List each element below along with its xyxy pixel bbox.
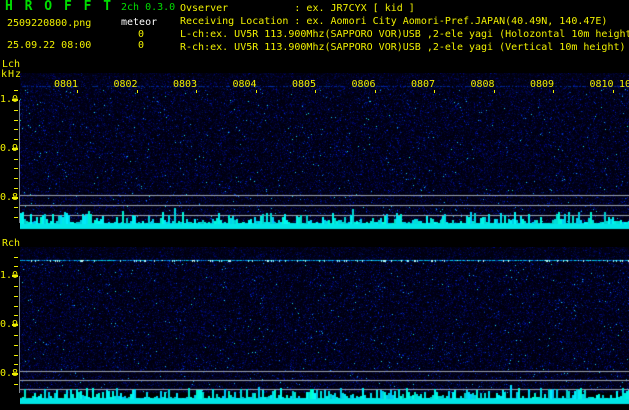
rch-minor-tick	[14, 266, 18, 268]
rch-minor-tick	[14, 315, 18, 317]
rch-minor-tick	[14, 256, 18, 258]
app-title: H R O F F T	[5, 0, 114, 14]
time-label-clipped: 10	[619, 79, 629, 90]
time-label: 0808	[470, 79, 495, 90]
rch-minor-tick	[14, 305, 18, 307]
lch-minor-tick	[14, 158, 18, 160]
lch-minor-tick	[14, 139, 18, 140]
lch-axis-line	[19, 100, 20, 223]
time-label: 0801	[54, 79, 79, 90]
khz-unit-label: kHz	[1, 69, 23, 80]
minute-tick	[553, 90, 554, 93]
lch-minor-tick	[14, 207, 18, 209]
rch-major-tick	[12, 275, 18, 278]
time-label: 0807	[411, 79, 436, 90]
minute-tick	[315, 90, 316, 93]
meteor-count-2: 0	[138, 40, 145, 51]
lch-major-tick	[12, 99, 18, 101]
rch-axis-line	[19, 276, 20, 393]
time-label: 0802	[113, 79, 138, 90]
lch-minor-tick	[14, 217, 18, 218]
minute-tick	[77, 90, 78, 93]
lch-major-tick	[12, 196, 18, 199]
location-line: Receiving Location : ex. Aomori City Aom…	[180, 16, 608, 27]
rch-minor-tick	[14, 383, 18, 385]
minute-tick	[136, 90, 138, 93]
minute-tick	[255, 90, 257, 93]
time-label: 0810	[589, 79, 614, 90]
lch-minor-tick	[14, 129, 18, 131]
time-label: 0809	[530, 79, 555, 90]
lch-spectrogram	[20, 73, 629, 233]
time-label: 0806	[351, 79, 376, 90]
lch-rig-line: L-ch:ex. UV5R 113.900Mhz(SAPPORO VOR)USB…	[180, 29, 629, 40]
lch-minor-tick	[14, 178, 18, 179]
version-label: 2ch 0.3.0	[121, 2, 176, 13]
rch-major-tick	[12, 373, 18, 376]
meteor-label: meteor	[121, 17, 158, 28]
lch-major-tick	[12, 147, 18, 150]
lch-minor-tick	[14, 90, 18, 92]
rch-minor-tick	[14, 285, 18, 287]
rch-panel-label: Rch	[2, 238, 21, 249]
meteor-count-1: 0	[138, 29, 145, 40]
minute-tick	[374, 90, 376, 93]
rch-minor-tick	[14, 295, 18, 297]
minute-tick	[196, 90, 197, 93]
minute-tick	[434, 90, 435, 93]
minute-tick	[493, 90, 495, 93]
lch-minor-tick	[14, 187, 18, 189]
time-label: 0804	[232, 79, 257, 90]
rch-major-tick	[12, 324, 18, 327]
rch-minor-tick	[14, 334, 18, 336]
rch-spectrogram	[20, 247, 629, 410]
lch-minor-tick	[14, 109, 18, 111]
time-label: 0805	[292, 79, 317, 90]
station-info-block: Ovserver : ex. JR7CYX [ kid ] Receiving …	[180, 2, 629, 54]
minute-tick	[612, 90, 614, 93]
rch-minor-tick	[14, 364, 18, 366]
time-label: 0803	[173, 79, 198, 90]
lch-minor-tick	[14, 119, 18, 121]
filename-label: 2509220800.png	[7, 18, 92, 29]
lch-minor-tick	[14, 168, 18, 170]
rch-minor-tick	[14, 344, 18, 346]
rch-rig-line: R-ch:ex. UV5R 113.900Mhz(SAPPORO VOR)USB…	[180, 42, 626, 53]
observer-line: Ovserver : ex. JR7CYX [ kid ]	[180, 3, 415, 14]
datetime-label: 25.09.22 08:00	[7, 40, 92, 51]
rch-minor-tick	[14, 354, 18, 356]
hrofft-screen: H R O F F T 2ch 0.3.0 2509220800.png met…	[0, 0, 629, 410]
